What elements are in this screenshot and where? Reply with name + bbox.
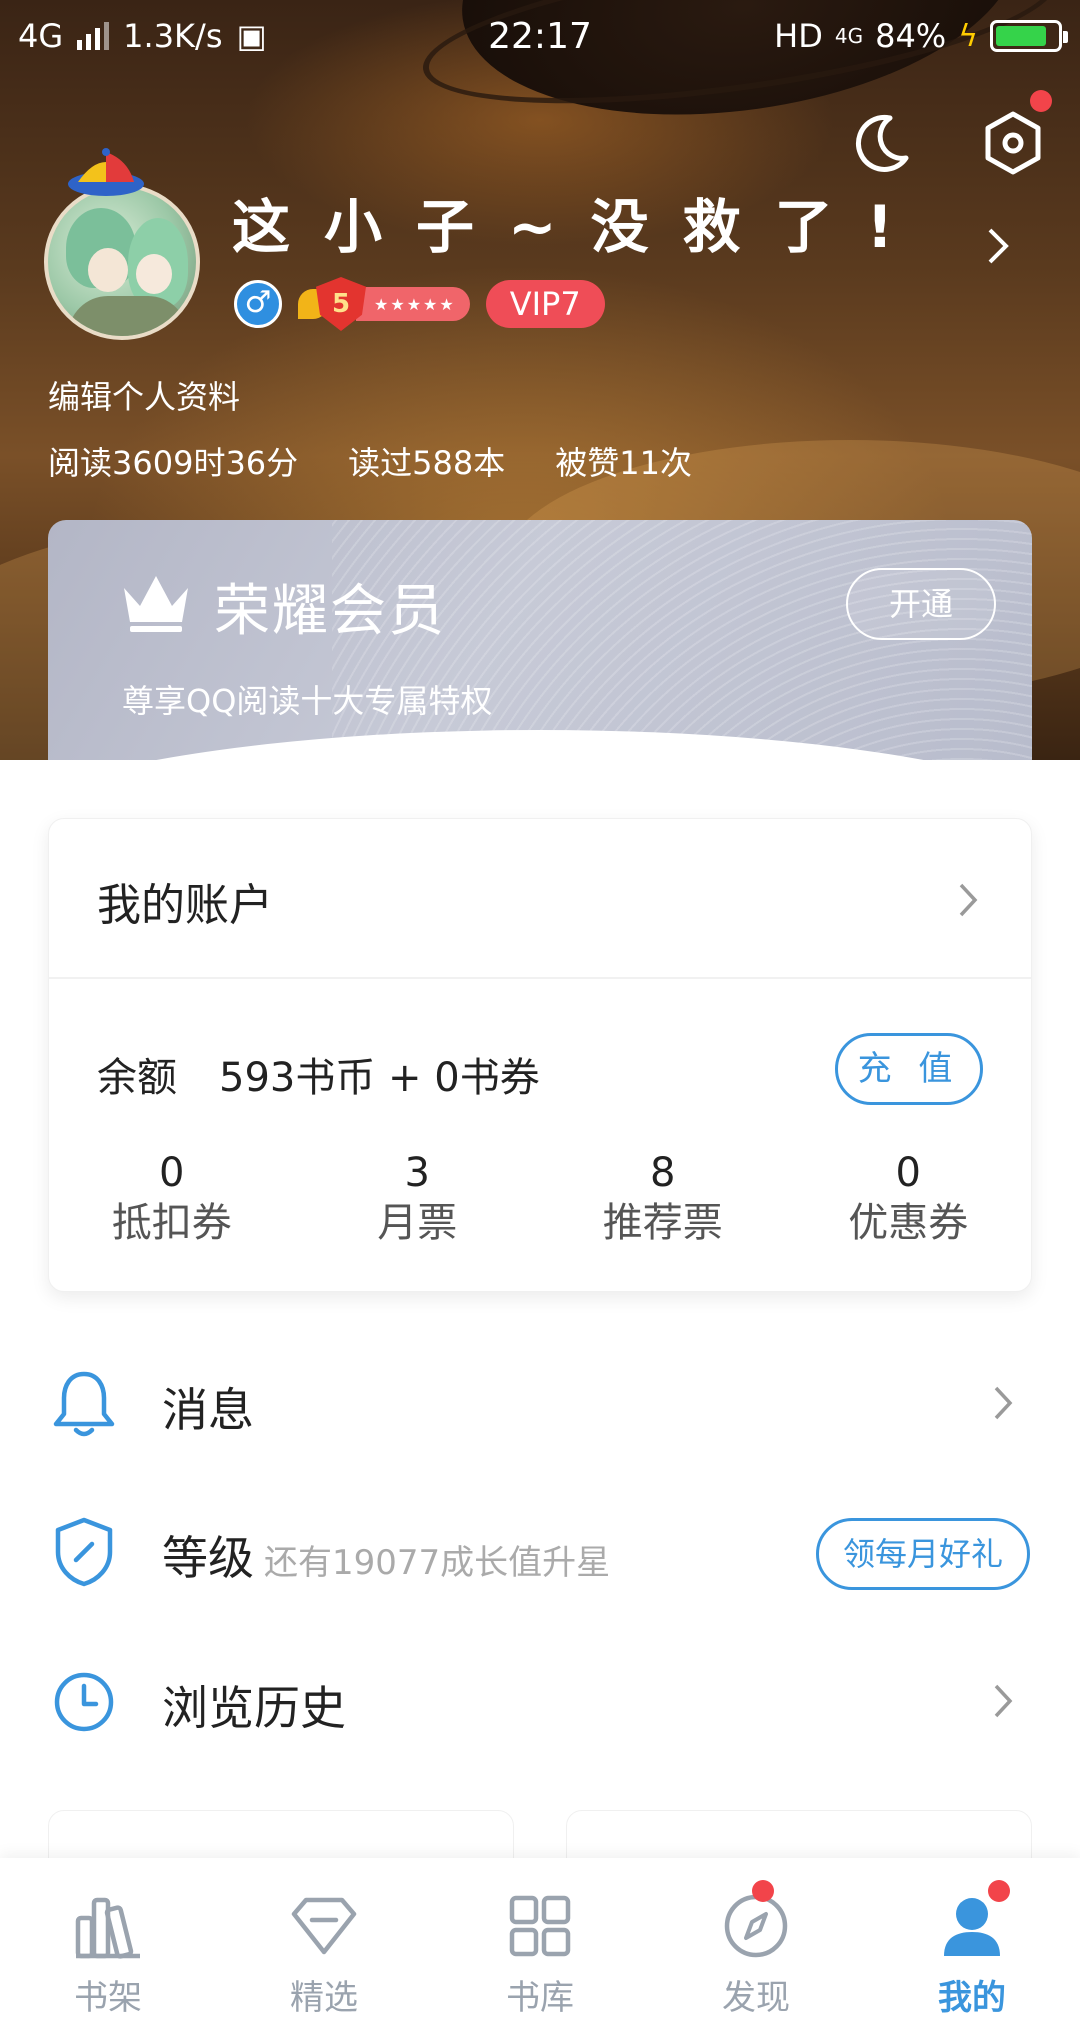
monthly-gift-button[interactable]: 领每月好礼 (816, 1518, 1030, 1590)
ticket-label: 优惠券 (848, 1200, 969, 1246)
discover-badge (752, 1880, 774, 1902)
tab-label: 书库 (506, 1978, 574, 2018)
shield-level-icon (55, 1517, 113, 1587)
vip-badge[interactable]: VIP7 (485, 280, 605, 328)
vip-card-subtitle: 尊享QQ阅读十大专属特权 (122, 682, 493, 720)
edit-profile-link[interactable]: 编辑个人资料 (48, 372, 240, 418)
level-number: 5 (316, 277, 366, 331)
recharge-button[interactable]: 充 值 (835, 1033, 983, 1105)
tab-label: 书架 (74, 1978, 142, 2018)
tickets-row: 0 抵扣券 3 月票 8 推荐票 0 优惠券 (49, 1149, 1031, 1249)
badge-row: ♂ 5 ★★★★★ VIP7 (234, 277, 605, 331)
grid-icon (509, 1895, 571, 1957)
tab-library[interactable]: 书库 (432, 1858, 648, 2034)
bottom-navigation: 书架 精选 书库 发现 我的 (0, 1858, 1080, 2034)
ticket-label: 抵扣券 (111, 1200, 232, 1246)
hat-decoration-icon (68, 148, 144, 196)
status-bar: 4G 1.3K/s ▣ 22:17 HD 4G 84% ϟ (0, 0, 1080, 72)
messages-label: 消息 (162, 1383, 254, 1437)
messages-row[interactable]: 消息 (0, 1334, 1080, 1474)
reading-stats: 阅读3609时36分 读过588本 被赞11次 (48, 438, 692, 484)
settings-icon[interactable] (978, 108, 1048, 178)
ticket-coupon[interactable]: 0 优惠券 (786, 1149, 1032, 1249)
night-mode-icon[interactable] (846, 108, 916, 178)
level-title: 等级 (162, 1531, 254, 1585)
settings-badge (1030, 90, 1052, 112)
tab-discover[interactable]: 发现 (648, 1858, 864, 2034)
ticket-monthly[interactable]: 3 月票 (295, 1149, 541, 1249)
nickname[interactable]: 这小子~没救了! (232, 180, 927, 264)
diamond-icon (291, 1897, 357, 1955)
history-row[interactable]: 浏览历史 (0, 1632, 1080, 1772)
my-account-title: 我的账户 (97, 880, 273, 931)
clock: 22:17 (488, 16, 592, 57)
my-account-row[interactable]: 我的账户 (49, 819, 1031, 979)
bell-icon (53, 1371, 115, 1437)
avatar[interactable] (44, 184, 200, 340)
battery-icon (990, 20, 1068, 52)
vip-membership-card[interactable]: 荣耀会员 尊享QQ阅读十大专属特权 开通 (48, 520, 1032, 760)
tab-me[interactable]: 我的 (864, 1858, 1080, 2034)
ticket-deduction[interactable]: 0 抵扣券 (49, 1149, 295, 1249)
ticket-recommend[interactable]: 8 推荐票 (540, 1149, 786, 1249)
ticket-label: 推荐票 (602, 1200, 723, 1246)
chevron-right-icon (959, 883, 978, 917)
level-stars: ★★★★★ (356, 287, 470, 321)
history-label: 浏览历史 (162, 1681, 346, 1735)
profile-header: 4G 1.3K/s ▣ 22:17 HD 4G 84% ϟ 这小子~没救了! ♂… (0, 0, 1080, 760)
level-badge[interactable]: 5 ★★★★★ (298, 277, 470, 331)
level-label: 等级 还有19077成长值升星 (162, 1522, 610, 1588)
account-card: 我的账户 余额 593书币 + 0书券 充 值 0 抵扣券 3 月票 8 推荐票… (48, 818, 1032, 1292)
balance-label: 余额 (97, 1055, 177, 1101)
me-badge (988, 1880, 1010, 1902)
ticket-value: 8 (650, 1150, 676, 1196)
books-read-stat[interactable]: 读过588本 (348, 438, 505, 484)
compass-icon (724, 1894, 788, 1958)
balance-value: 593书币 + 0书券 (219, 1055, 540, 1101)
ticket-value: 0 (895, 1150, 921, 1196)
likes-stat[interactable]: 被赞11次 (555, 438, 692, 484)
bookshelf-icon (75, 1897, 140, 1959)
clock-icon (54, 1672, 114, 1732)
tab-bookshelf[interactable]: 书架 (0, 1858, 216, 2034)
chevron-right-icon (994, 1684, 1013, 1718)
chevron-right-icon (994, 1386, 1013, 1420)
ticket-label: 月票 (377, 1200, 458, 1246)
chevron-right-icon[interactable] (986, 226, 1010, 266)
tab-label: 精选 (290, 1978, 358, 2018)
tab-featured[interactable]: 精选 (216, 1858, 432, 2034)
male-gender-icon: ♂ (234, 280, 282, 328)
level-row[interactable]: 等级 还有19077成长值升星 领每月好礼 (0, 1482, 1080, 1622)
vip-card-title: 荣耀会员 (214, 579, 446, 644)
tab-label: 我的 (938, 1978, 1006, 2018)
open-vip-button[interactable]: 开通 (846, 568, 996, 640)
reading-time-stat[interactable]: 阅读3609时36分 (48, 438, 298, 484)
tab-label: 发现 (722, 1978, 790, 2018)
level-progress-text: 还有19077成长值升星 (264, 1543, 611, 1583)
ticket-value: 3 (404, 1150, 430, 1196)
ticket-value: 0 (159, 1150, 185, 1196)
crown-icon (124, 576, 188, 632)
